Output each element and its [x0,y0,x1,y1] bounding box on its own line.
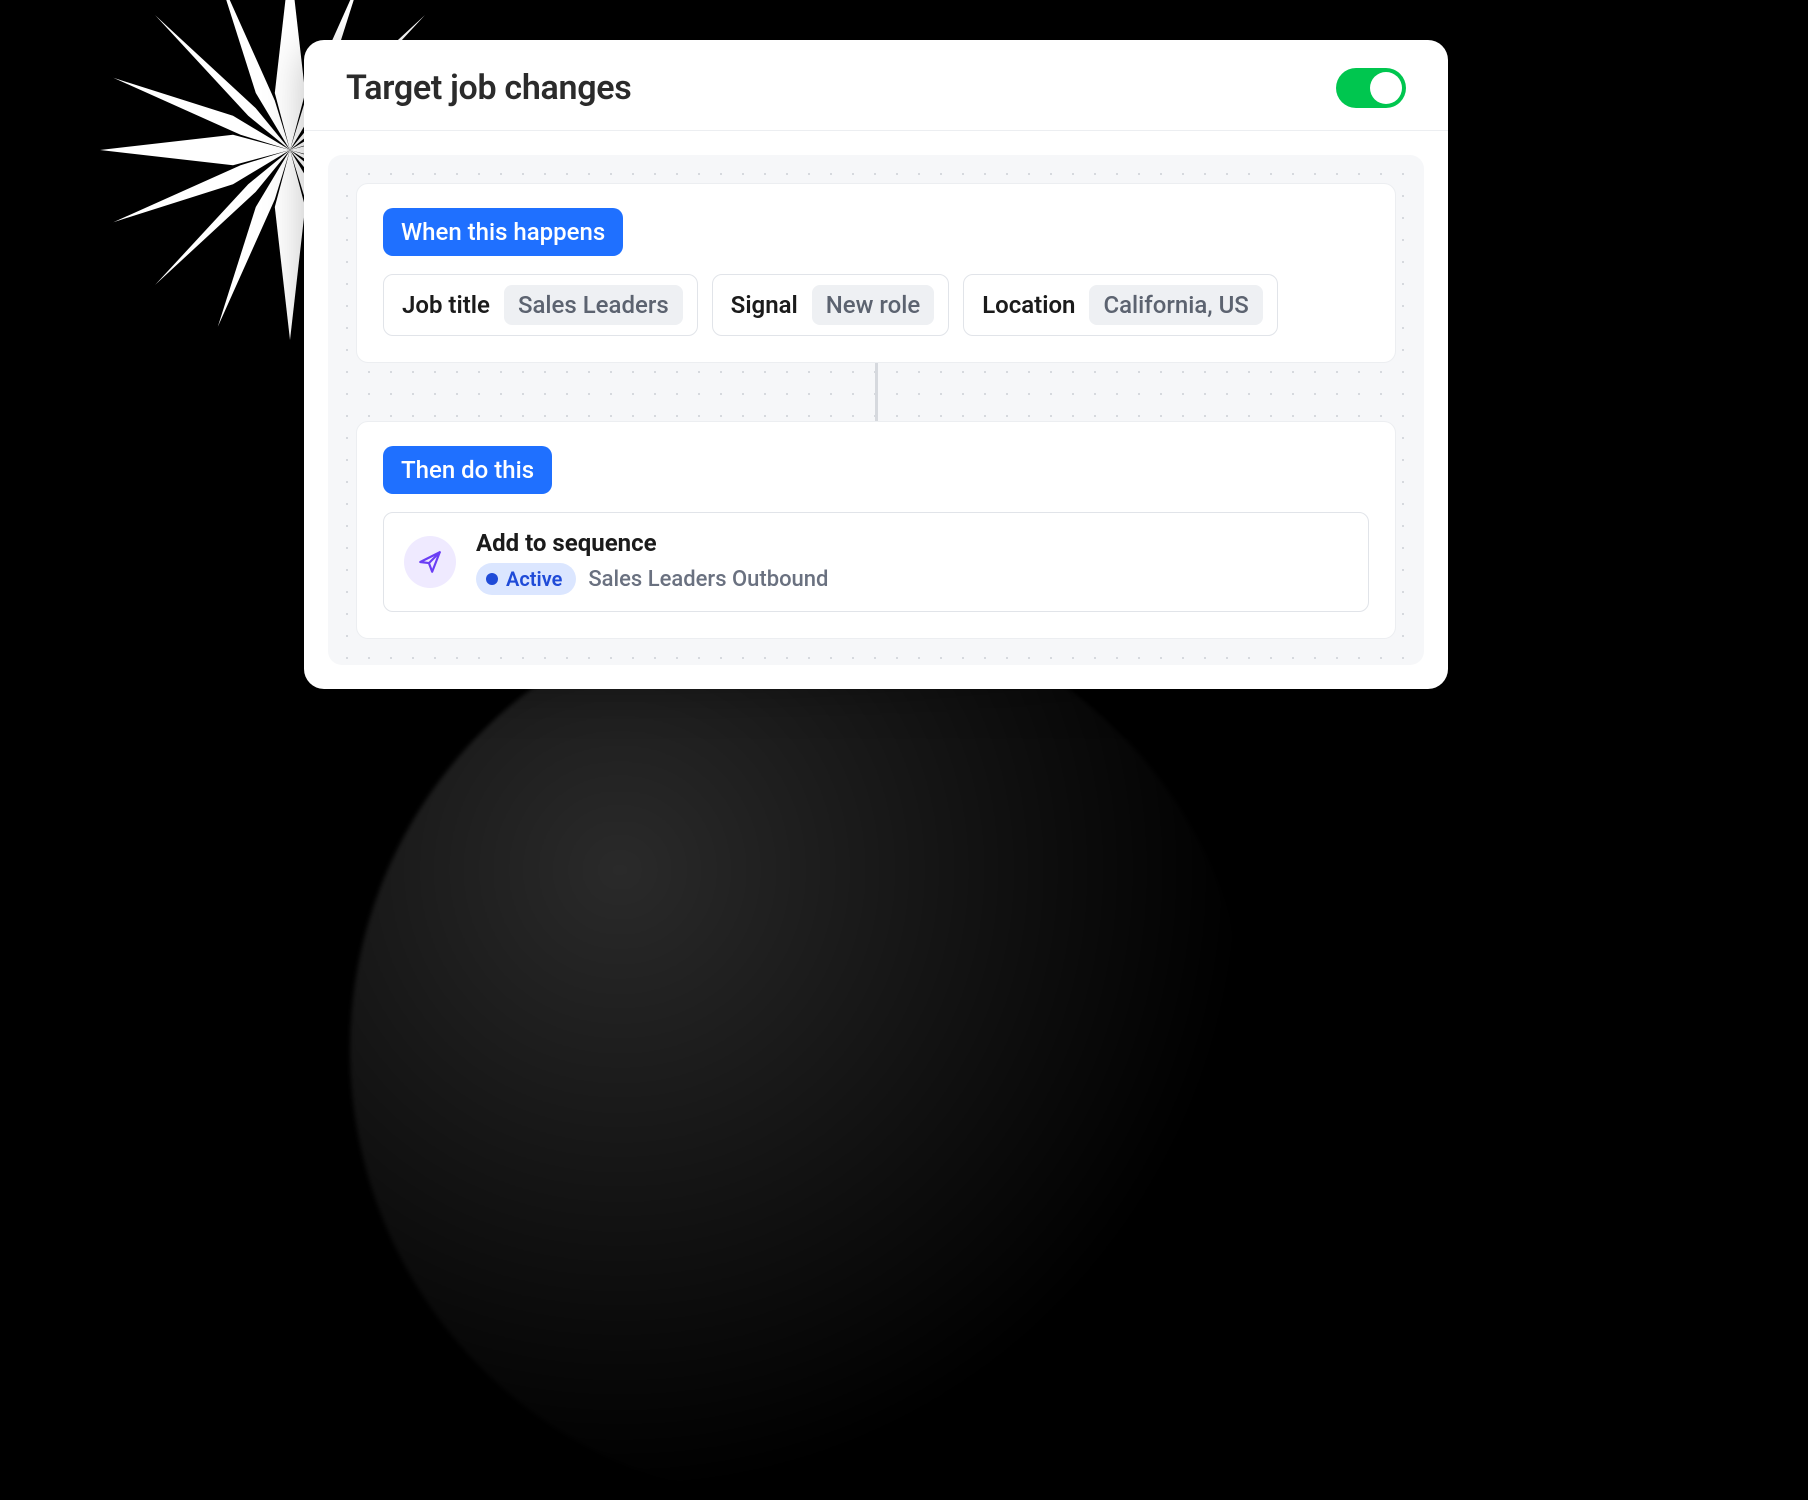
status-text: Active [506,567,562,591]
trigger-panel: When this happens Job title Sales Leader… [356,183,1396,363]
status-pill: Active [476,563,576,595]
filter-label: Job title [402,291,490,319]
send-icon [404,536,456,588]
action-body: Add to sequence Active Sales Leaders Out… [476,529,828,595]
filter-value: New role [812,285,934,325]
background-blob [350,600,1250,1500]
card-header: Target job changes [304,40,1448,131]
card-title: Target job changes [346,68,631,108]
action-add-to-sequence[interactable]: Add to sequence Active Sales Leaders Out… [383,512,1369,612]
filter-label: Location [982,291,1075,319]
filter-job-title[interactable]: Job title Sales Leaders [383,274,698,336]
action-panel: Then do this Add to sequence Active [356,421,1396,639]
enable-toggle[interactable] [1336,68,1406,108]
status-dot-icon [486,573,498,585]
automation-card: Target job changes When this happens Job… [304,40,1448,689]
sequence-name: Sales Leaders Outbound [588,567,828,592]
action-badge: Then do this [383,446,552,494]
filter-row: Job title Sales Leaders Signal New role … [383,274,1369,336]
action-subrow: Active Sales Leaders Outbound [476,563,828,595]
filter-label: Signal [731,291,798,319]
filter-location[interactable]: Location California, US [963,274,1278,336]
connector-line [875,363,878,421]
trigger-badge: When this happens [383,208,623,256]
workflow-canvas: When this happens Job title Sales Leader… [328,155,1424,665]
action-title: Add to sequence [476,529,828,557]
filter-signal[interactable]: Signal New role [712,274,950,336]
filter-value: California, US [1089,285,1262,325]
filter-value: Sales Leaders [504,285,683,325]
